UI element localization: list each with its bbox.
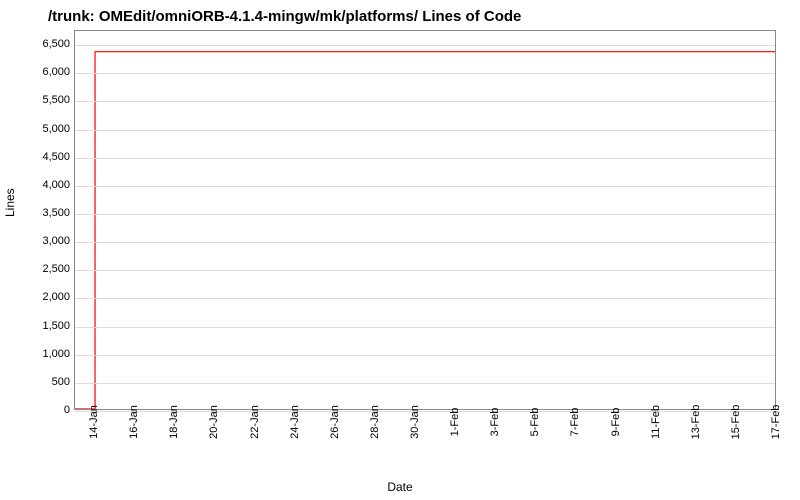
gridline xyxy=(75,214,775,215)
y-tick-label: 6,500 xyxy=(30,38,70,50)
y-tick-label: 2,500 xyxy=(30,263,70,275)
chart-title: /trunk: OMEdit/omniORB-4.1.4-mingw/mk/pl… xyxy=(0,0,800,29)
x-tick-label: 5-Feb xyxy=(529,408,541,437)
gridline xyxy=(75,158,775,159)
x-tick-label: 14-Jan xyxy=(88,405,100,439)
x-tick-label: 3-Feb xyxy=(489,408,501,437)
x-tick-label: 30-Jan xyxy=(409,405,421,439)
x-tick-label: 20-Jan xyxy=(208,405,220,439)
y-tick-label: 5,000 xyxy=(30,123,70,135)
data-line xyxy=(75,31,775,409)
y-tick-label: 1,000 xyxy=(30,348,70,360)
gridline xyxy=(75,73,775,74)
x-tick-label: 7-Feb xyxy=(569,408,581,437)
x-tick-label: 15-Feb xyxy=(730,405,742,440)
x-tick-label: 11-Feb xyxy=(650,405,662,439)
gridline xyxy=(75,130,775,131)
y-tick-label: 500 xyxy=(30,376,70,388)
gridline xyxy=(75,45,775,46)
gridline xyxy=(75,101,775,102)
x-tick-label: 22-Jan xyxy=(249,405,261,439)
y-tick-label: 2,000 xyxy=(30,291,70,303)
y-tick-label: 1,500 xyxy=(30,320,70,332)
y-tick-label: 3,000 xyxy=(30,235,70,247)
gridline xyxy=(75,270,775,271)
gridline xyxy=(75,383,775,384)
y-tick-label: 0 xyxy=(30,404,70,416)
y-tick-label: 6,000 xyxy=(30,66,70,78)
gridline xyxy=(75,411,775,412)
x-tick-label: 17-Feb xyxy=(770,405,782,440)
gridline xyxy=(75,298,775,299)
x-tick-label: 9-Feb xyxy=(610,408,622,437)
y-axis-label: Lines xyxy=(3,188,17,217)
gridline xyxy=(75,186,775,187)
y-tick-label: 3,500 xyxy=(30,207,70,219)
gridline xyxy=(75,327,775,328)
y-tick-label: 5,500 xyxy=(30,94,70,106)
x-tick-label: 28-Jan xyxy=(369,405,381,439)
gridline xyxy=(75,355,775,356)
x-tick-label: 26-Jan xyxy=(329,405,341,439)
y-tick-label: 4,000 xyxy=(30,179,70,191)
x-axis-label: Date xyxy=(387,480,412,494)
chart-container: /trunk: OMEdit/omniORB-4.1.4-mingw/mk/pl… xyxy=(0,0,800,500)
y-tick-label: 4,500 xyxy=(30,151,70,163)
plot-area xyxy=(74,30,776,410)
gridline xyxy=(75,242,775,243)
x-tick-label: 24-Jan xyxy=(289,405,301,439)
x-tick-label: 13-Feb xyxy=(690,405,702,440)
x-tick-label: 18-Jan xyxy=(168,405,180,439)
x-tick-label: 16-Jan xyxy=(128,405,140,439)
x-tick-label: 1-Feb xyxy=(449,408,461,437)
